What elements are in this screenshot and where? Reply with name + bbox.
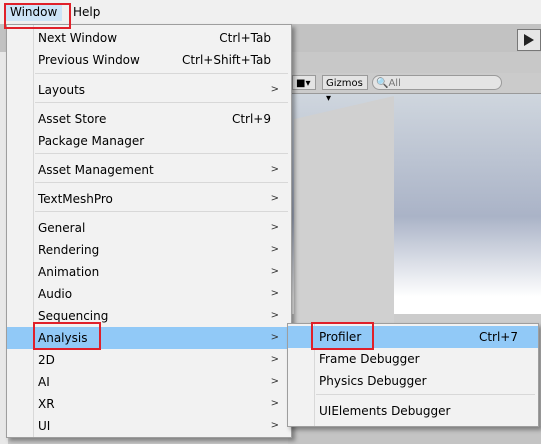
- menu-item-package-manager[interactable]: Package Manager: [7, 130, 291, 152]
- submenu-item-label: Physics Debugger: [319, 374, 427, 388]
- menu-item-general[interactable]: General >: [7, 217, 291, 239]
- submenu-item-profiler[interactable]: Profiler Ctrl+7: [288, 326, 538, 348]
- submenu-arrow-icon: >: [270, 288, 279, 299]
- submenu-arrow-icon: >: [270, 332, 279, 343]
- menu-separator: [35, 211, 288, 212]
- menu-item-layouts[interactable]: Layouts >: [7, 79, 291, 101]
- gizmos-label: Gizmos: [326, 78, 363, 89]
- menu-separator: [316, 394, 535, 395]
- menu-item-audio[interactable]: Audio >: [7, 283, 291, 305]
- analysis-submenu: Profiler Ctrl+7 Frame Debugger Physics Debu…: [287, 323, 539, 427]
- bottom-strip: [288, 426, 541, 444]
- submenu-item-label: UIElements Debugger: [319, 404, 451, 418]
- menu-item-shortcut: Ctrl+9: [231, 112, 271, 126]
- menu-item-previous-window[interactable]: Previous Window Ctrl+Shift+Tab: [7, 49, 291, 71]
- menu-item-label: Asset Management: [38, 163, 154, 177]
- submenu-arrow-icon: >: [270, 420, 279, 431]
- menu-item-label: Layouts: [38, 83, 86, 97]
- gizmos-dropdown[interactable]: Gizmos ▾: [322, 75, 368, 104]
- menu-item-label: Previous Window: [38, 53, 140, 67]
- submenu-arrow-icon: >: [270, 310, 279, 321]
- scene-search-input[interactable]: 🔍All: [372, 75, 502, 90]
- menu-item-label: XR: [38, 397, 55, 411]
- menu-item-label: Animation: [38, 265, 100, 279]
- submenu-item-label: Profiler: [319, 330, 362, 344]
- menu-item-asset-store[interactable]: Asset Store Ctrl+9: [7, 108, 291, 130]
- menu-item-sequencing[interactable]: Sequencing >: [7, 305, 291, 327]
- menu-item-animation[interactable]: Animation >: [7, 261, 291, 283]
- submenu-arrow-icon: >: [270, 164, 279, 175]
- menu-item-next-window[interactable]: Next Window Ctrl+Tab: [7, 27, 291, 49]
- menu-item-label: Audio: [38, 287, 73, 301]
- menu-separator: [35, 182, 288, 183]
- menu-item-label: Package Manager: [38, 134, 145, 148]
- menu-item-label: TextMeshPro: [38, 192, 113, 206]
- menubar: Window Help: [0, 0, 541, 24]
- menu-item-ai[interactable]: AI >: [7, 371, 291, 393]
- menu-item-label: Sequencing: [38, 309, 109, 323]
- menu-item-label: Asset Store: [38, 112, 107, 126]
- search-placeholder: All: [388, 78, 401, 89]
- menu-separator: [35, 153, 288, 154]
- submenu-arrow-icon: >: [270, 244, 279, 255]
- submenu-arrow-icon: >: [270, 266, 279, 277]
- window-menu: Next Window Ctrl+Tab Previous Window Ctrl+S…: [6, 24, 292, 438]
- menu-item-rendering[interactable]: Rendering >: [7, 239, 291, 261]
- submenu-item-physics-debugger[interactable]: Physics Debugger: [288, 370, 538, 392]
- submenu-item-frame-debugger[interactable]: Frame Debugger: [288, 348, 538, 370]
- menu-separator: [35, 102, 288, 103]
- menu-item-analysis[interactable]: Analysis >: [7, 327, 291, 349]
- camera-dropdown[interactable]: ■▾: [292, 75, 316, 90]
- menu-item-label: Rendering: [38, 243, 100, 257]
- menu-item-label: General: [38, 221, 86, 235]
- submenu-arrow-icon: >: [270, 222, 279, 233]
- menubar-window[interactable]: Window: [5, 3, 63, 21]
- menu-item-label: UI: [38, 419, 51, 433]
- scene-toolbar: ■▾ Gizmos ▾ 🔍All: [288, 73, 541, 104]
- submenu-item-uielements-debugger[interactable]: UIElements Debugger: [288, 400, 538, 422]
- menu-item-xr[interactable]: XR >: [7, 393, 291, 415]
- submenu-arrow-icon: >: [270, 84, 279, 95]
- menu-separator: [35, 73, 288, 74]
- menu-item-textmeshpro[interactable]: TextMeshPro >: [7, 188, 291, 210]
- menu-item-label: Next Window: [38, 31, 118, 45]
- menu-item-ui[interactable]: UI >: [7, 415, 291, 437]
- submenu-item-label: Frame Debugger: [319, 352, 420, 366]
- menu-item-label: 2D: [38, 353, 55, 367]
- play-button[interactable]: [517, 29, 541, 51]
- play-icon: [524, 34, 534, 46]
- menu-item-asset-management[interactable]: Asset Management >: [7, 159, 291, 181]
- submenu-item-shortcut: Ctrl+7: [478, 330, 518, 344]
- menu-item-2d[interactable]: 2D >: [7, 349, 291, 371]
- submenu-arrow-icon: >: [270, 193, 279, 204]
- menu-item-label: Analysis: [38, 331, 88, 345]
- submenu-arrow-icon: >: [270, 354, 279, 365]
- menu-item-label: AI: [38, 375, 50, 389]
- menu-item-shortcut: Ctrl+Shift+Tab: [181, 53, 271, 67]
- menu-item-shortcut: Ctrl+Tab: [219, 31, 271, 45]
- submenu-arrow-icon: >: [270, 398, 279, 409]
- submenu-arrow-icon: >: [270, 376, 279, 387]
- menubar-help[interactable]: Help: [73, 3, 100, 21]
